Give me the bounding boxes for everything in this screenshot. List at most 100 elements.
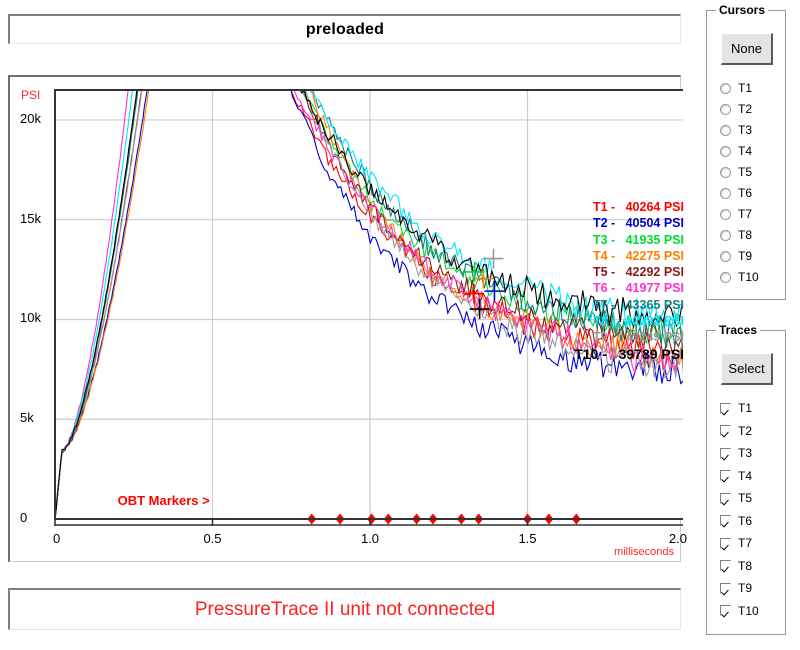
cursor-radio-label: T5 [738,165,753,179]
radio-icon[interactable] [720,82,731,94]
legend-row-t3: T3 - 41935 PSI [544,232,684,248]
cursor-radio-t9[interactable]: T9 [720,249,752,263]
checkbox-icon[interactable] [720,492,731,504]
cursor-radio-label: T2 [738,102,753,116]
legend-label: T9 - [592,330,616,345]
radio-icon[interactable] [720,229,731,241]
cursor-radio-label: T3 [738,123,753,137]
checkbox-icon[interactable] [720,515,731,526]
graph-panel[interactable]: PSI milliseconds 0 5k 10k 15k 20k 0 0.5 1.0 1.5… [8,75,687,562]
radio-icon[interactable] [720,250,731,262]
checkbox-icon[interactable] [720,470,731,481]
trace-checkbox-label: T5 [738,491,753,505]
trace-checkbox-label: T9 [738,581,753,595]
legend-row-t8: T8 - 42292 PSI [544,313,684,329]
radio-icon[interactable] [720,271,731,283]
cursor-radio-label: T4 [738,144,753,158]
legend-label: T3 - [592,232,616,247]
cursors-none-button[interactable]: None [721,33,773,65]
radio-icon[interactable] [720,124,731,136]
trace-checkbox-t2[interactable]: T2 [720,424,752,438]
radio-icon[interactable] [720,145,731,157]
cursor-radio-t2[interactable]: T2 [720,102,752,116]
traces-panel-title: Traces [716,323,761,337]
radio-icon[interactable] [720,103,731,115]
cursor-radio-t5[interactable]: T5 [720,165,752,179]
legend-row-t4: T4 - 42275 PSI [544,248,684,264]
trace-checkbox-label: T3 [738,446,753,460]
trace-checkbox-t8[interactable]: T8 [720,559,752,573]
legend-label: T10 - [574,345,607,362]
legend-label: T6 - [592,281,616,296]
legend-value: 43249 PSI [615,330,684,345]
checkbox-icon[interactable] [720,425,731,436]
cursor-radio-t4[interactable]: T4 [720,144,752,158]
trace-checkbox-t10[interactable]: T10 [720,604,759,618]
status-message: PressureTrace II unit not connected [194,598,496,620]
cursor-radio-t7[interactable]: T7 [720,207,752,221]
cursor-radio-label: T1 [738,81,753,95]
cursor-radio-label: T10 [738,270,759,284]
trace-checkbox-label: T2 [738,423,753,438]
checkbox-icon[interactable] [720,447,731,459]
legend-row-t7: T7 - 43365 PSI [544,297,684,313]
trace-checkbox-label: T4 [738,468,753,483]
cursor-radio-label: T6 [738,186,753,200]
legend-row-t2: T2 - 40504 PSI [544,215,684,231]
traces-panel: Traces Select T1 T2 T3 T4 T5 T6 T7 T8 T9 T10 [706,323,786,635]
trace-checkbox-label: T1 [738,401,753,415]
cursors-panel-title: Cursors [716,3,769,17]
cursor-radio-t6[interactable]: T6 [720,186,752,200]
trace-checkbox-t3[interactable]: T3 [720,446,752,460]
cursors-panel: Cursors None T1 T2 T3 T4 T5 T6 T7 T8 T9 T10 [706,3,786,300]
cursor-radio-t10[interactable]: T10 [720,270,759,284]
title-field[interactable]: preloaded [8,14,681,44]
checkbox-icon[interactable] [720,560,731,571]
trace-checkbox-t1[interactable]: T1 [720,401,752,415]
legend-label: T8 - [592,314,616,329]
legend-value: 42275 PSI [615,248,684,263]
radio-icon[interactable] [720,166,731,178]
radio-icon[interactable] [720,187,731,199]
legend-row-t5: T5 - 42292 PSI [544,264,684,280]
legend-label: T1 - [592,200,616,214]
legend-value: 42292 PSI [615,265,684,280]
legend-row-t1: T1 - 40264 PSI [544,199,684,215]
cursor-radio-t3[interactable]: T3 [720,123,752,137]
trace-checkbox-label: T8 [738,558,753,573]
cursor-radio-t8[interactable]: T8 [720,228,752,242]
legend-label: T5 - [592,265,616,280]
legend-label: T4 - [592,248,616,263]
cursor-radio-t1[interactable]: T1 [720,81,752,95]
trace-checkbox-t7[interactable]: T7 [720,536,752,550]
legend-row-t9: T9 - 43249 PSI [544,329,684,345]
cursor-radio-label: T8 [738,228,753,242]
trace-checkbox-t5[interactable]: T5 [720,491,752,505]
legend-value: 41977 PSI [615,281,684,296]
legend-value: 40264 PSI [615,200,684,214]
checkbox-icon[interactable] [720,537,731,549]
legend-value: 42292 PSI [615,314,684,329]
checkbox-icon[interactable] [720,402,731,414]
cursor-radio-label: T7 [738,207,753,221]
legend-value: 39789 PSI [606,345,684,362]
legend-label: T2 - [592,216,616,231]
trace-checkbox-label: T6 [738,513,753,528]
cursor-radio-label: T9 [738,249,753,263]
checkbox-icon[interactable] [720,582,731,594]
page-title: preloaded [305,20,385,38]
checkbox-icon[interactable] [720,605,731,616]
obt-markers-label: OBT Markers > [118,493,211,508]
traces-select-button[interactable]: Select [721,353,773,385]
trace-checkbox-t9[interactable]: T9 [720,581,752,595]
status-field: PressureTrace II unit not connected [8,588,681,630]
radio-icon[interactable] [720,208,731,220]
legend-row-t10: T10 - 39789 PSI [544,346,684,362]
legend-label: T7 - [592,297,616,312]
legend-value: 41935 PSI [615,232,684,247]
trace-checkbox-label: T10 [738,603,759,618]
trace-checkbox-t4[interactable]: T4 [720,469,752,483]
trace-legend: T1 - 40264 PSI T2 - 40504 PSI T3 - 41935 P… [544,199,684,362]
trace-checkbox-label: T7 [738,536,753,550]
trace-checkbox-t6[interactable]: T6 [720,514,752,528]
